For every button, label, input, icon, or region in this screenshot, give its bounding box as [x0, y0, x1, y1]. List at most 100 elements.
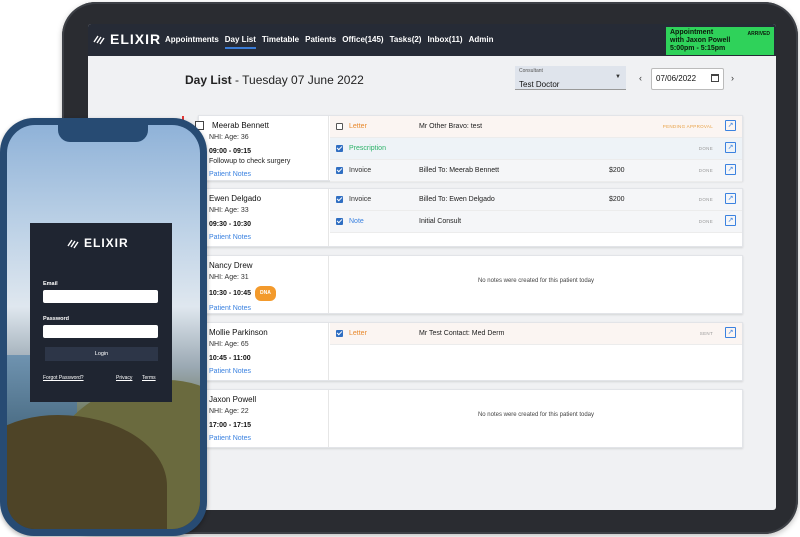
patient-nhi-age: NHI: Age: 65 — [209, 341, 249, 348]
page-title-date: Tuesday 07 June 2022 — [242, 73, 364, 87]
terms-link[interactable]: Terms — [142, 375, 156, 381]
open-external-icon[interactable]: ↗ — [725, 215, 736, 226]
patient-card: Jaxon Powell NHI: Age: 22 17:00 - 17:15 … — [198, 389, 743, 448]
patient-notes-link[interactable]: Patient Notes — [209, 433, 318, 444]
calendar-icon[interactable] — [711, 74, 719, 82]
elixir-logo-icon — [93, 35, 105, 45]
task-status: DONE — [698, 219, 713, 224]
task-list: Letter Mr Test Contact: Med Derm SENT ↗ — [330, 323, 742, 345]
open-external-icon[interactable]: ↗ — [725, 164, 736, 175]
nav-admin[interactable]: Admin — [469, 35, 494, 49]
task-type: Letter — [349, 123, 367, 130]
app-brand[interactable]: ELIXIR — [92, 31, 161, 47]
email-field[interactable] — [43, 290, 158, 303]
task-checkbox[interactable] — [336, 123, 343, 130]
forgot-password-link[interactable]: Forgot Password? — [43, 375, 84, 381]
open-external-icon[interactable]: ↗ — [725, 120, 736, 131]
patient-info: Mollie Parkinson NHI: Age: 65 10:45 - 11… — [199, 323, 329, 380]
task-row[interactable]: Letter Mr Other Bravo: test PENDING APPR… — [330, 116, 742, 138]
task-type: Prescription — [349, 145, 386, 152]
arrived-status: ARRIVED — [747, 31, 770, 37]
patient-notes-link[interactable]: Patient Notes — [209, 366, 318, 377]
dropdown-caret-icon: ▼ — [615, 74, 621, 80]
task-list: Letter Mr Other Bravo: test PENDING APPR… — [330, 116, 742, 182]
dna-badge: DNA — [255, 286, 276, 301]
login-button[interactable]: Login — [45, 347, 158, 361]
login-card: ELIXIR Email Password Login Forgot Passw… — [30, 223, 172, 402]
patient-notes-link[interactable]: Patient Notes — [209, 232, 318, 243]
page-title-label: Day List — [185, 73, 232, 87]
empty-notes-message: No notes were created for this patient t… — [477, 412, 595, 418]
task-type: Invoice — [349, 196, 372, 203]
task-row[interactable]: Invoice Billed To: Meerab Bennett $200 D… — [330, 160, 742, 182]
arrived-line3: 5:00pm - 5:15pm — [670, 45, 726, 52]
nav-tasks[interactable]: Tasks(2) — [390, 35, 422, 49]
nav-day-list[interactable]: Day List — [224, 35, 256, 49]
password-field[interactable] — [43, 325, 158, 338]
email-label: Email — [43, 281, 58, 287]
top-navigation-bar: ELIXIR Appointments Day List Timetable P… — [88, 24, 776, 56]
open-external-icon[interactable]: ↗ — [725, 142, 736, 153]
nav-inbox[interactable]: Inbox(11) — [427, 35, 462, 49]
phone-notch — [58, 124, 148, 142]
patient-notes-link[interactable]: Patient Notes — [209, 169, 318, 180]
task-status: DONE — [698, 168, 713, 173]
patient-notes-link[interactable]: Patient Notes — [209, 303, 318, 314]
patient-nhi-age: NHI: Age: 22 — [209, 408, 249, 415]
login-brand: ELIXIR — [66, 236, 129, 250]
patient-card: Meerab Bennett NHI: Age: 36 09:00 - 09:1… — [182, 115, 743, 182]
privacy-link[interactable]: Privacy — [116, 375, 132, 381]
consultant-label: Consultant — [519, 68, 543, 74]
task-status: DONE — [698, 146, 713, 151]
task-row[interactable]: Prescription DONE ↗ — [330, 138, 742, 160]
appointment-time: 10:30 - 10:45 DNA — [209, 286, 318, 301]
consultant-value: Test Doctor — [519, 80, 560, 89]
task-description: Initial Consult — [419, 218, 462, 225]
page-title: Day List - Tuesday 07 June 2022 — [185, 73, 364, 87]
arrived-notification[interactable]: Appointment with Jaxon Powell 5:00pm - 5… — [666, 27, 774, 55]
task-checkbox[interactable] — [336, 330, 343, 337]
task-status: SENT — [699, 331, 713, 336]
patient-card: Ewen Delgado NHI: Age: 33 09:30 - 10:30 … — [198, 188, 743, 247]
arrived-line2: with Jaxon Powell — [670, 37, 731, 44]
appointment-note: Followup to check surgery — [209, 158, 291, 165]
consultant-select[interactable]: Consultant Test Doctor ▼ — [515, 66, 626, 90]
task-row[interactable]: Invoice Billed To: Ewen Delgado $200 DON… — [330, 189, 742, 211]
nav-patients[interactable]: Patients — [305, 35, 336, 49]
nav-office[interactable]: Office(145) — [342, 35, 383, 49]
task-amount: $200 — [609, 196, 625, 203]
task-type: Letter — [349, 330, 367, 337]
date-input[interactable]: 07/06/2022 — [651, 68, 724, 90]
nav-links: Appointments Day List Timetable Patients… — [165, 35, 493, 49]
task-description: Mr Other Bravo: test — [419, 123, 483, 130]
patient-info: Jaxon Powell NHI: Age: 22 17:00 - 17:15 … — [199, 390, 329, 447]
patient-nhi-age: NHI: Age: 31 — [209, 274, 249, 281]
open-external-icon[interactable]: ↗ — [725, 327, 736, 338]
phone-device: ELIXIR Email Password Login Forgot Passw… — [0, 118, 207, 536]
patient-nhi-age: NHI: Age: 36 — [209, 134, 249, 141]
next-day-button[interactable]: › — [731, 73, 734, 83]
task-description: Billed To: Meerab Bennett — [419, 167, 500, 174]
task-checkbox[interactable] — [336, 218, 343, 225]
patient-info: Ewen Delgado NHI: Age: 33 09:30 - 10:30 … — [199, 189, 329, 246]
task-checkbox[interactable] — [336, 196, 343, 203]
nav-appointments[interactable]: Appointments — [165, 35, 219, 49]
appointment-time: 09:00 - 09:15 — [209, 148, 252, 155]
patient-name: Jaxon Powell — [209, 395, 257, 404]
elixir-logo-icon — [67, 239, 79, 249]
brand-name: ELIXIR — [110, 31, 162, 47]
open-external-icon[interactable]: ↗ — [725, 193, 736, 204]
nav-timetable[interactable]: Timetable — [262, 35, 299, 49]
task-checkbox[interactable] — [336, 167, 343, 174]
task-row[interactable]: Letter Mr Test Contact: Med Derm SENT ↗ — [330, 323, 742, 345]
date-input-value: 07/06/2022 — [656, 74, 697, 83]
password-label: Password — [43, 316, 69, 322]
task-status: DONE — [698, 197, 713, 202]
task-row[interactable]: Note Initial Consult DONE ↗ — [330, 211, 742, 233]
task-description: Billed To: Ewen Delgado — [419, 196, 495, 203]
task-checkbox[interactable] — [336, 145, 343, 152]
task-amount: $200 — [609, 167, 625, 174]
task-status: PENDING APPROVAL — [662, 124, 713, 129]
patient-name: Mollie Parkinson — [209, 328, 268, 337]
previous-day-button[interactable]: ‹ — [639, 73, 642, 83]
